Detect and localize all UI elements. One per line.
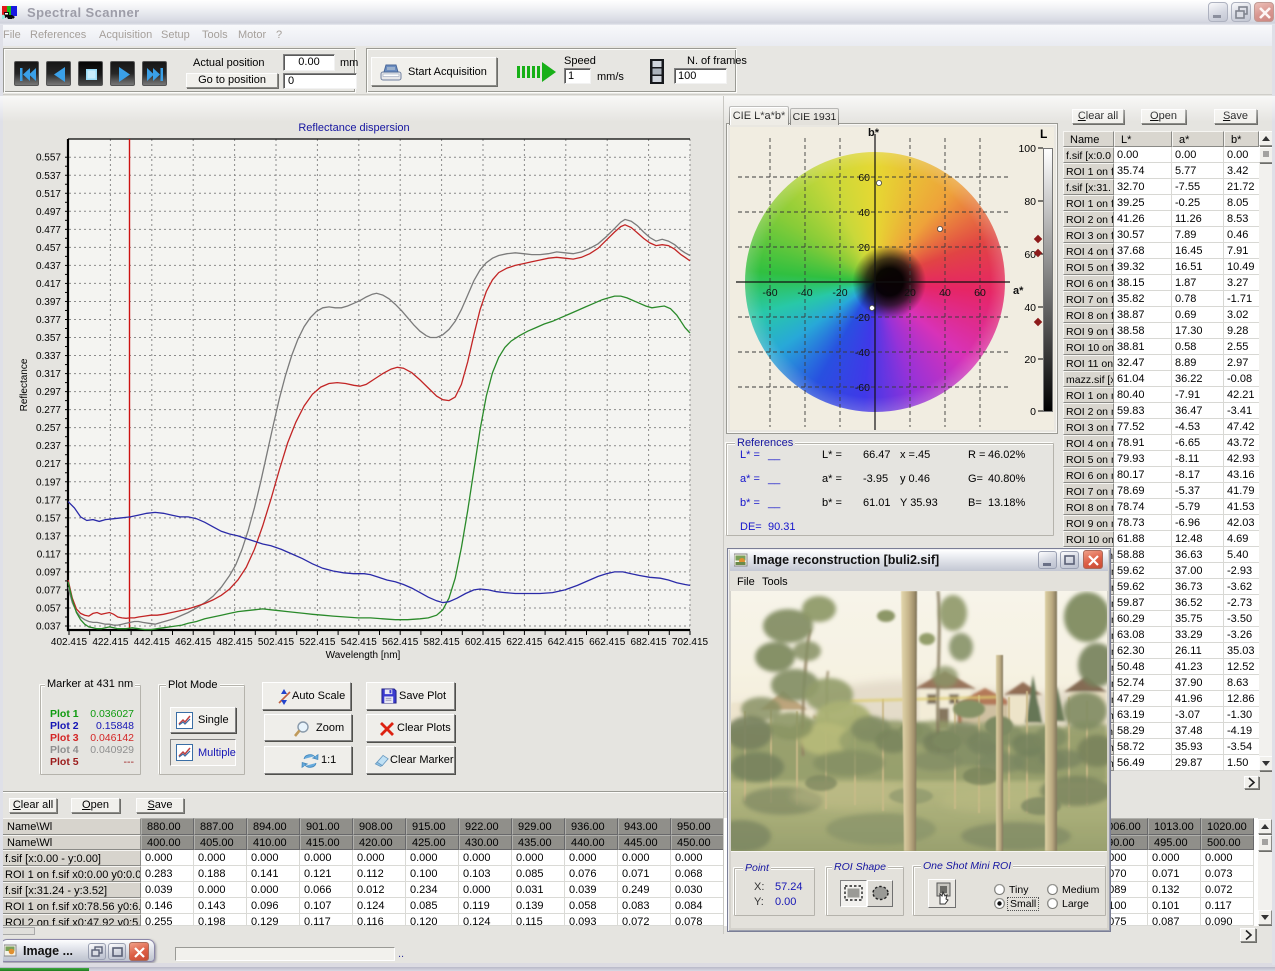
svg-text:0.297: 0.297	[36, 387, 61, 398]
svg-text:-20: -20	[832, 287, 847, 299]
svg-text:40: 40	[1024, 302, 1036, 314]
svg-text:542.415: 542.415	[341, 637, 378, 648]
svg-text:b*: b*	[868, 127, 880, 139]
svg-text:0.537: 0.537	[36, 171, 61, 182]
svg-text:0.457: 0.457	[36, 243, 61, 254]
svg-text:0.397: 0.397	[36, 297, 61, 308]
svg-text:662.415: 662.415	[589, 637, 626, 648]
svg-text:40: 40	[858, 207, 870, 219]
svg-text:422.415: 422.415	[92, 637, 129, 648]
svg-text:702.415: 702.415	[672, 637, 709, 648]
svg-text:0.557: 0.557	[36, 153, 61, 164]
svg-text:0.057: 0.057	[36, 604, 61, 615]
svg-text:20: 20	[858, 242, 870, 254]
svg-text:0.317: 0.317	[36, 369, 61, 380]
svg-text:0: 0	[1030, 406, 1036, 418]
svg-text:522.415: 522.415	[299, 637, 336, 648]
svg-text:482.415: 482.415	[217, 637, 254, 648]
svg-text:0.077: 0.077	[36, 585, 61, 596]
svg-text:20: 20	[904, 287, 916, 299]
svg-text:40: 40	[939, 287, 951, 299]
svg-text:0.497: 0.497	[36, 207, 61, 218]
svg-text:60: 60	[1024, 249, 1036, 261]
svg-text:0.437: 0.437	[36, 261, 61, 272]
svg-text:0.417: 0.417	[36, 279, 61, 290]
svg-text:60: 60	[974, 287, 986, 299]
svg-text:402.415: 402.415	[51, 637, 88, 648]
svg-text:0.037: 0.037	[36, 622, 61, 633]
svg-text:0.377: 0.377	[36, 315, 61, 326]
svg-text:0.157: 0.157	[36, 513, 61, 524]
svg-text:80: 80	[1024, 196, 1036, 208]
svg-text:Reflectance: Reflectance	[19, 358, 30, 411]
svg-text:0.257: 0.257	[36, 423, 61, 434]
svg-text:0.137: 0.137	[36, 531, 61, 542]
svg-text:-40: -40	[855, 347, 870, 359]
svg-text:-60: -60	[855, 382, 870, 394]
svg-text:0.197: 0.197	[36, 477, 61, 488]
svg-text:502.415: 502.415	[258, 637, 295, 648]
svg-text:20: 20	[1024, 354, 1036, 366]
svg-text:100: 100	[1018, 143, 1036, 155]
svg-text:Wavelength [nm]: Wavelength [nm]	[326, 650, 401, 661]
svg-text:60: 60	[858, 172, 870, 184]
svg-text:0.237: 0.237	[36, 441, 61, 452]
svg-text:602.415: 602.415	[465, 637, 502, 648]
svg-text:0.117: 0.117	[37, 549, 62, 560]
svg-text:0.517: 0.517	[36, 189, 61, 200]
svg-text:0.357: 0.357	[36, 333, 61, 344]
svg-text:0.477: 0.477	[36, 225, 61, 236]
svg-text:0.217: 0.217	[36, 459, 61, 470]
svg-text:462.415: 462.415	[175, 637, 212, 648]
svg-text:-20: -20	[855, 312, 870, 324]
svg-text:582.415: 582.415	[424, 637, 461, 648]
svg-text:682.415: 682.415	[631, 637, 668, 648]
svg-text:0.097: 0.097	[36, 567, 61, 578]
svg-text:0.337: 0.337	[36, 351, 61, 362]
svg-text:0.177: 0.177	[36, 495, 61, 506]
svg-text:562.415: 562.415	[382, 637, 419, 648]
svg-text:622.415: 622.415	[506, 637, 543, 648]
svg-text:-40: -40	[797, 287, 812, 299]
svg-text:442.415: 442.415	[134, 637, 171, 648]
svg-text:-60: -60	[762, 287, 777, 299]
svg-text:0.277: 0.277	[36, 405, 61, 416]
svg-text:642.415: 642.415	[548, 637, 585, 648]
